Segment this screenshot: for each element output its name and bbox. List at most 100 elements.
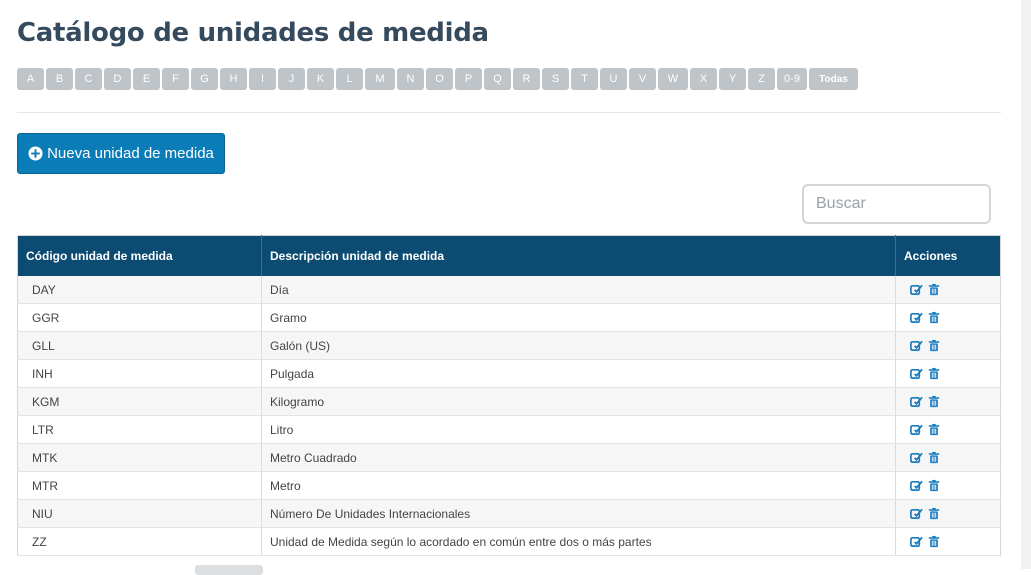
letter-filter-p[interactable]: P — [455, 68, 482, 90]
cell-actions — [895, 276, 1001, 304]
letter-filter-0-9[interactable]: 0-9 — [777, 68, 807, 90]
cell-code: DAY — [17, 276, 262, 304]
cell-description: Número De Unidades Internacionales — [261, 499, 896, 528]
new-unit-label: Nueva unidad de medida — [47, 145, 214, 162]
letter-filter-q[interactable]: Q — [484, 68, 511, 90]
cell-code: NIU — [17, 499, 262, 528]
letter-filter-k[interactable]: K — [307, 68, 334, 90]
letter-filter-n[interactable]: N — [397, 68, 424, 90]
cell-code: INH — [17, 359, 262, 388]
letter-filter-r[interactable]: R — [513, 68, 540, 90]
trash-icon[interactable] — [928, 339, 941, 352]
edit-icon[interactable] — [910, 479, 923, 492]
letter-filter-j[interactable]: J — [278, 68, 305, 90]
letter-filter-v[interactable]: V — [629, 68, 656, 90]
letter-filter-g[interactable]: G — [191, 68, 218, 90]
table-row: KGM Kilogramo — [17, 387, 1001, 416]
letter-filter-e[interactable]: E — [133, 68, 160, 90]
letter-filter-x[interactable]: X — [690, 68, 717, 90]
cell-description: Kilogramo — [261, 387, 896, 416]
table-row: INH Pulgada — [17, 359, 1001, 388]
cell-description: Día — [261, 276, 896, 304]
alphabet-filter: A B C D E F G H I J K L M N O P Q R S T U V W X Y Z 0-9 Todas — [17, 68, 860, 90]
cell-actions — [895, 303, 1001, 332]
letter-filter-i[interactable]: I — [249, 68, 276, 90]
table-row: NIU Número De Unidades Internacionales — [17, 499, 1001, 528]
cell-code: LTR — [17, 415, 262, 444]
edit-icon[interactable] — [910, 367, 923, 380]
table-row: MTR Metro — [17, 471, 1001, 500]
trash-icon[interactable] — [928, 535, 941, 548]
letter-filter-f[interactable]: F — [162, 68, 189, 90]
cell-code: ZZ — [17, 527, 262, 556]
letter-filter-b[interactable]: B — [46, 68, 73, 90]
cell-description: Unidad de Medida según lo acordado en co… — [261, 527, 896, 556]
new-unit-button[interactable]: Nueva unidad de medida — [17, 133, 225, 174]
edit-icon[interactable] — [910, 395, 923, 408]
letter-filter-o[interactable]: O — [426, 68, 453, 90]
edit-icon[interactable] — [910, 339, 923, 352]
letter-filter-t[interactable]: T — [571, 68, 598, 90]
trash-icon[interactable] — [928, 311, 941, 324]
cell-actions — [895, 359, 1001, 388]
trash-icon[interactable] — [928, 395, 941, 408]
table-header-row: Código unidad de medida Descripción unid… — [17, 235, 1001, 276]
cell-actions — [895, 471, 1001, 500]
search-input[interactable] — [802, 184, 991, 224]
header-description[interactable]: Descripción unidad de medida — [261, 235, 896, 276]
header-actions: Acciones — [895, 235, 1001, 276]
cell-code: KGM — [17, 387, 262, 416]
letter-filter-c[interactable]: C — [75, 68, 102, 90]
header-code[interactable]: Código unidad de medida — [17, 235, 262, 276]
letter-filter-s[interactable]: S — [542, 68, 569, 90]
cell-actions — [895, 387, 1001, 416]
cell-description: Gramo — [261, 303, 896, 332]
cell-description: Metro — [261, 471, 896, 500]
edit-icon[interactable] — [910, 423, 923, 436]
edit-icon[interactable] — [910, 451, 923, 464]
table-row: GLL Galón (US) — [17, 331, 1001, 360]
table-row: LTR Litro — [17, 415, 1001, 444]
pagination[interactable] — [195, 565, 263, 575]
letter-filter-m[interactable]: M — [365, 68, 395, 90]
units-table: Código unidad de medida Descripción unid… — [17, 235, 1001, 556]
divider — [17, 112, 1001, 113]
page-title: Catálogo de unidades de medida — [17, 18, 489, 48]
edit-icon[interactable] — [910, 311, 923, 324]
plus-circle-icon — [28, 146, 43, 161]
cell-actions — [895, 415, 1001, 444]
letter-filter-w[interactable]: W — [658, 68, 688, 90]
edit-icon[interactable] — [910, 283, 923, 296]
letter-filter-l[interactable]: L — [336, 68, 363, 90]
edit-icon[interactable] — [910, 535, 923, 548]
trash-icon[interactable] — [928, 479, 941, 492]
letter-filter-z[interactable]: Z — [748, 68, 775, 90]
trash-icon[interactable] — [928, 283, 941, 296]
cell-description: Galón (US) — [261, 331, 896, 360]
cell-actions — [895, 443, 1001, 472]
edit-icon[interactable] — [910, 507, 923, 520]
letter-filter-todas[interactable]: Todas — [809, 68, 858, 90]
table-row: MTK Metro Cuadrado — [17, 443, 1001, 472]
trash-icon[interactable] — [928, 367, 941, 380]
cell-code: GGR — [17, 303, 262, 332]
cell-code: GLL — [17, 331, 262, 360]
letter-filter-a[interactable]: A — [17, 68, 44, 90]
cell-code: MTR — [17, 471, 262, 500]
table-row: GGR Gramo — [17, 303, 1001, 332]
trash-icon[interactable] — [928, 507, 941, 520]
cell-actions — [895, 331, 1001, 360]
table-row: ZZ Unidad de Medida según lo acordado en … — [17, 527, 1001, 556]
cell-actions — [895, 499, 1001, 528]
cell-actions — [895, 527, 1001, 556]
letter-filter-d[interactable]: D — [104, 68, 131, 90]
trash-icon[interactable] — [928, 451, 941, 464]
letter-filter-y[interactable]: Y — [719, 68, 746, 90]
trash-icon[interactable] — [928, 423, 941, 436]
letter-filter-u[interactable]: U — [600, 68, 627, 90]
cell-description: Litro — [261, 415, 896, 444]
scrollbar-track[interactable] — [1021, 0, 1031, 569]
cell-description: Metro Cuadrado — [261, 443, 896, 472]
cell-description: Pulgada — [261, 359, 896, 388]
letter-filter-h[interactable]: H — [220, 68, 247, 90]
